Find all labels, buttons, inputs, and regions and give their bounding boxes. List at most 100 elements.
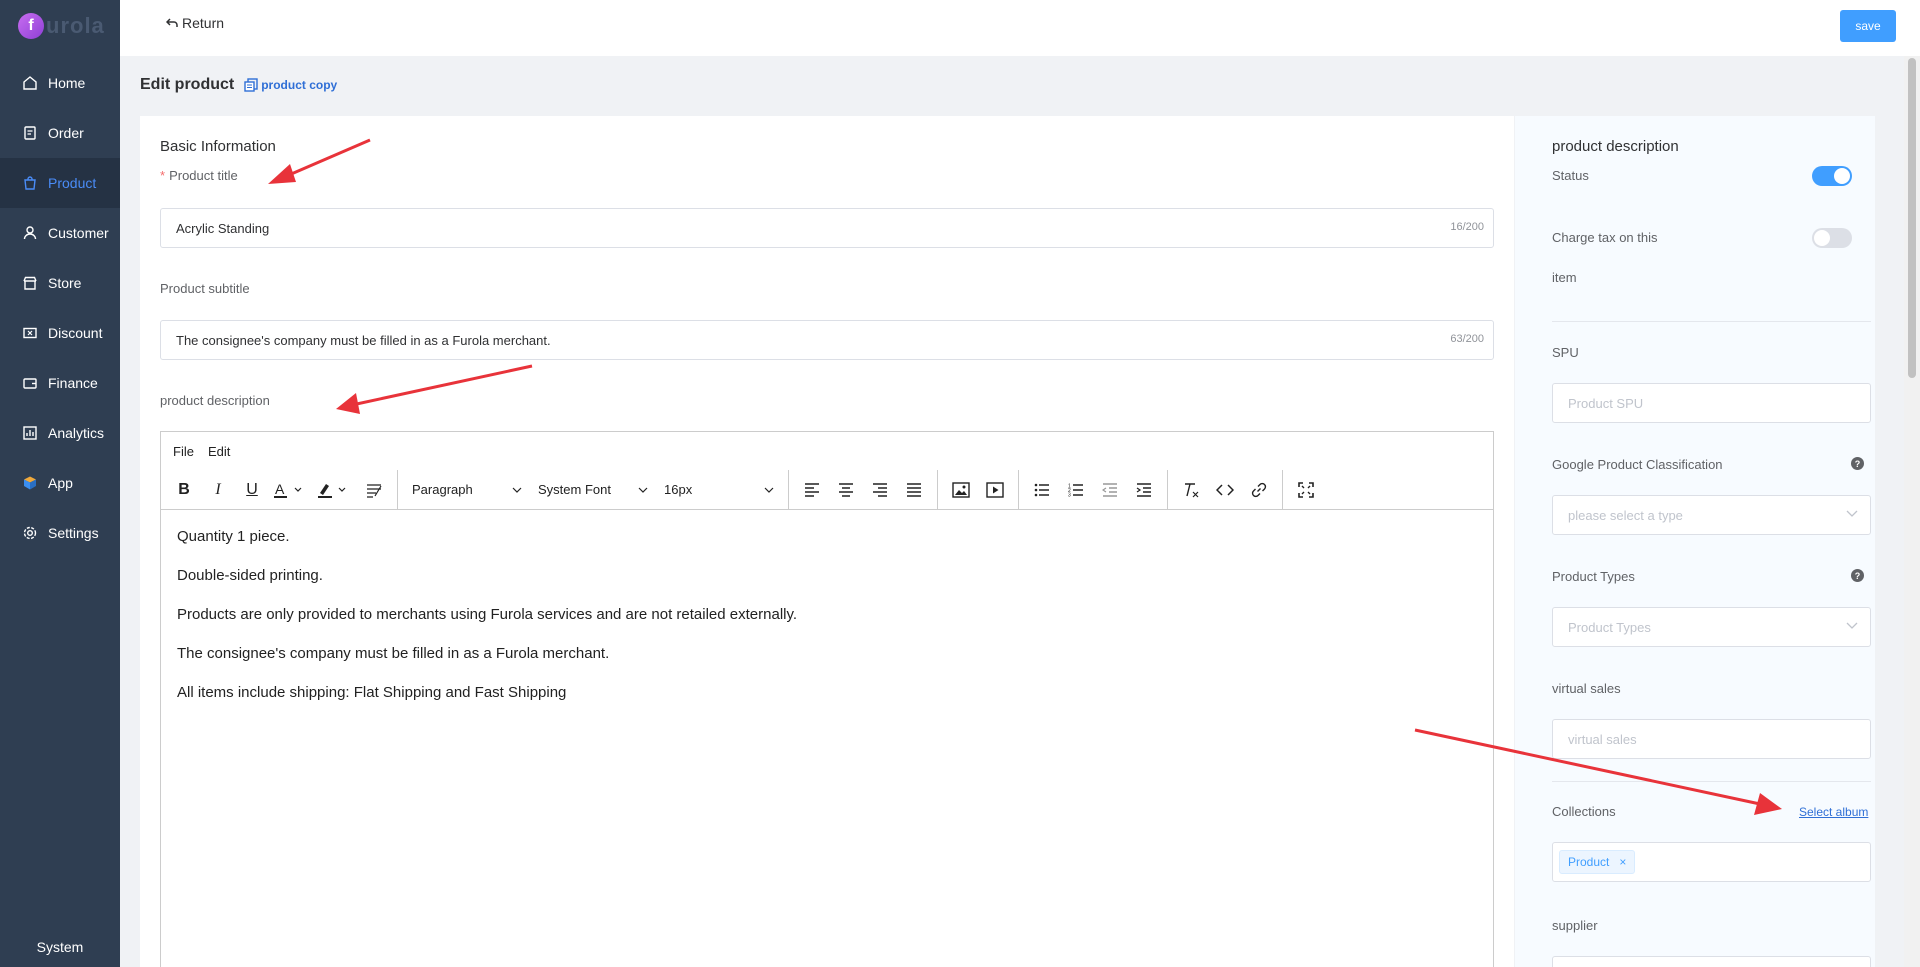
copy-icon	[244, 78, 258, 92]
logo-mark: f	[18, 13, 44, 39]
sidebar: f urola Home Order Product Customer Stor…	[0, 0, 120, 967]
bold-icon[interactable]: B	[167, 475, 201, 505]
sidebar-item-label: App	[48, 475, 73, 491]
collections-input[interactable]: Product ×	[1552, 842, 1871, 882]
google-classification-label: Google Product Classification	[1552, 457, 1723, 472]
video-icon[interactable]	[978, 475, 1012, 505]
help-icon[interactable]: ?	[1851, 457, 1864, 470]
sidebar-item-app[interactable]: App	[0, 458, 120, 508]
block-format-select[interactable]: Paragraph	[404, 475, 530, 505]
bag-icon	[20, 173, 40, 193]
charge-tax-toggle[interactable]	[1812, 228, 1852, 248]
product-subtitle-input[interactable]: The consignee's company must be filled i…	[160, 320, 1494, 360]
content-paragraph: Products are only provided to merchants …	[177, 606, 798, 623]
save-button[interactable]: save	[1840, 10, 1896, 42]
toggle-knob	[1814, 230, 1830, 246]
editor-toolbar: B I U A Paragraph System Font 16px 1 2 3	[161, 469, 1493, 510]
editor-content[interactable]: Quantity 1 piece. Double-sided printing.…	[161, 510, 1493, 733]
sidebar-item-customer[interactable]: Customer	[0, 208, 120, 258]
highlight-color-icon[interactable]	[313, 475, 357, 505]
product-title-input[interactable]: Acrylic Standing 16/200	[160, 208, 1494, 248]
code-icon[interactable]	[1208, 475, 1242, 505]
menu-edit[interactable]: Edit	[208, 444, 230, 459]
product-copy-link[interactable]: product copy	[244, 78, 337, 92]
divider	[1552, 321, 1871, 322]
wallet-icon	[20, 373, 40, 393]
select-album-link[interactable]: Select album	[1799, 805, 1868, 819]
main-content: Edit product product copy Basic Informat…	[120, 56, 1904, 967]
sidebar-item-store[interactable]: Store	[0, 258, 120, 308]
gear-icon	[20, 523, 40, 543]
italic-icon[interactable]: I	[201, 475, 235, 505]
font-family-select[interactable]: System Font	[530, 475, 656, 505]
align-justify-icon[interactable]	[897, 475, 931, 505]
menu-file[interactable]: File	[173, 444, 194, 459]
svg-text:3: 3	[1068, 492, 1071, 497]
product-title-label-text: Product title	[169, 168, 238, 183]
sidebar-item-home[interactable]: Home	[0, 58, 120, 108]
chevron-down-icon	[764, 487, 774, 493]
page-scrollbar[interactable]	[1904, 56, 1920, 967]
page-header: Edit product product copy	[140, 76, 337, 94]
sidebar-item-finance[interactable]: Finance	[0, 358, 120, 408]
product-subtitle-label: Product subtitle	[160, 281, 250, 296]
chevron-down-icon	[638, 487, 648, 493]
logo-text: urola	[46, 13, 105, 38]
bullet-list-icon[interactable]	[1025, 475, 1059, 505]
product-subtitle-count: 63/200	[1450, 333, 1484, 345]
google-classification-placeholder: please select a type	[1568, 507, 1683, 523]
help-icon[interactable]: ?	[1851, 569, 1864, 582]
logo[interactable]: f urola	[18, 12, 105, 40]
text-color-icon[interactable]: A	[269, 475, 313, 505]
align-center-icon[interactable]	[829, 475, 863, 505]
indent-icon[interactable]	[1127, 475, 1161, 505]
font-family-value: System Font	[538, 482, 611, 497]
system-menu[interactable]: System	[0, 939, 120, 955]
basic-information-title: Basic Information	[160, 138, 276, 155]
collection-tag: Product ×	[1559, 850, 1636, 874]
sidebar-item-settings[interactable]: Settings	[0, 508, 120, 558]
numbered-list-icon[interactable]: 123	[1059, 475, 1093, 505]
sidebar-item-label: Customer	[48, 225, 109, 241]
media-group	[938, 469, 1019, 510]
block-format-group: Paragraph System Font 16px	[398, 469, 789, 510]
underline-icon[interactable]: U	[235, 475, 269, 505]
sidebar-item-label: Product	[48, 175, 97, 191]
supplier-input[interactable]	[1552, 956, 1871, 967]
sidebar-item-product[interactable]: Product	[0, 158, 120, 208]
product-title-count: 16/200	[1450, 221, 1484, 233]
product-description-label: product description	[160, 393, 270, 408]
close-icon[interactable]: ×	[1619, 855, 1626, 869]
supplier-label: supplier	[1552, 918, 1598, 933]
spu-input[interactable]: Product SPU	[1552, 383, 1871, 423]
home-icon	[20, 73, 40, 93]
collection-tag-label: Product	[1568, 855, 1610, 869]
clear-format-icon[interactable]	[1174, 475, 1208, 505]
product-types-select[interactable]: Product Types	[1552, 607, 1871, 647]
link-icon[interactable]	[1242, 475, 1276, 505]
return-link[interactable]: Return	[166, 15, 224, 31]
sidebar-item-label: Finance	[48, 375, 98, 391]
status-label: Status	[1552, 168, 1589, 183]
sidebar-item-order[interactable]: Order	[0, 108, 120, 158]
content-paragraph: Quantity 1 piece.	[177, 528, 290, 545]
product-title-label: * Product title	[160, 168, 238, 183]
status-toggle[interactable]	[1812, 166, 1852, 186]
fullscreen-icon[interactable]	[1289, 475, 1323, 505]
image-icon[interactable]	[944, 475, 978, 505]
strikethrough-format-icon[interactable]	[357, 475, 391, 505]
ticket-icon	[20, 323, 40, 343]
virtual-sales-input[interactable]: virtual sales	[1552, 719, 1871, 759]
align-left-icon[interactable]	[795, 475, 829, 505]
sidebar-nav: Home Order Product Customer Store Discou…	[0, 58, 120, 558]
misc-group	[1168, 469, 1283, 510]
sidebar-item-discount[interactable]: Discount	[0, 308, 120, 358]
basic-information-card: Basic Information * Product title Acrylic…	[140, 116, 1514, 967]
required-mark: *	[160, 168, 166, 183]
outdent-icon[interactable]	[1093, 475, 1127, 505]
align-right-icon[interactable]	[863, 475, 897, 505]
sidebar-item-analytics[interactable]: Analytics	[0, 408, 120, 458]
font-size-select[interactable]: 16px	[656, 475, 782, 505]
scrollbar-thumb[interactable]	[1908, 58, 1916, 378]
google-classification-select[interactable]: please select a type	[1552, 495, 1871, 535]
